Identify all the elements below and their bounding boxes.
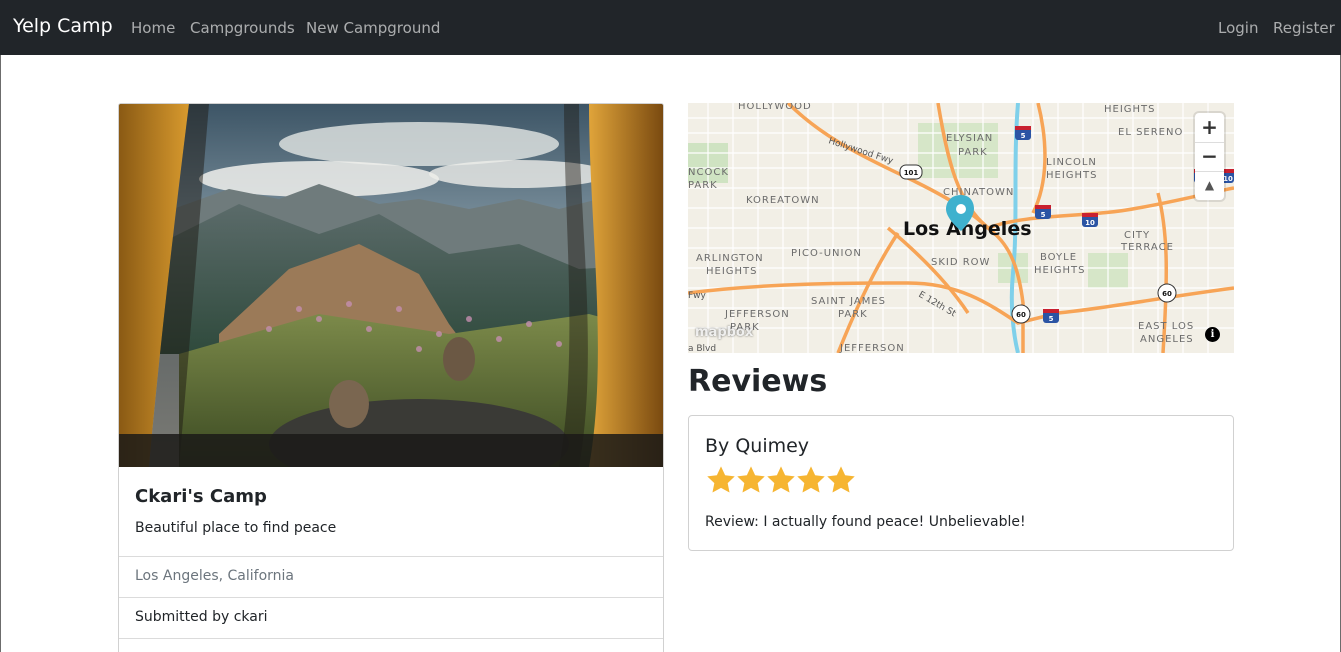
map-label: HOLLYWOOD (738, 103, 812, 112)
interstate-shield: 5 (1035, 205, 1051, 219)
map-label: HEIGHTS (1046, 170, 1098, 181)
map-svg[interactable]: HOLLYWOOD HEIGHTS ELYSIAN PARK EL SERENO… (688, 103, 1234, 353)
campground-submitted-by: Submitted by ckari (135, 609, 268, 625)
tent-view-illustration (119, 104, 663, 467)
map-label: SKID ROW (931, 257, 990, 268)
campground-empty-item (119, 638, 663, 652)
map-label: CITY (1124, 230, 1150, 241)
state-route-shield: 60 (1011, 304, 1031, 324)
review-author: By Quimey (705, 435, 810, 457)
svg-text:5: 5 (1041, 211, 1046, 219)
campground-author-item: Submitted by ckari (119, 597, 663, 638)
interstate-shield: 5 (1043, 309, 1059, 323)
campground-location: Los Angeles, California (135, 568, 294, 584)
svg-text:5: 5 (1021, 132, 1026, 140)
nav-link-new-campground[interactable]: New Campground (306, 19, 440, 37)
brand-link[interactable]: Yelp Camp (13, 15, 113, 37)
map-label: BOYLE (1040, 252, 1077, 263)
map-label: CHINATOWN (943, 187, 1014, 198)
map-label: ELYSIAN (946, 133, 993, 144)
map-label: PARK (688, 180, 718, 191)
map-label: PARK (838, 309, 868, 320)
star-icon (797, 466, 825, 493)
map-canvas[interactable]: HOLLYWOOD HEIGHTS ELYSIAN PARK EL SERENO… (688, 103, 1234, 353)
nav-link-campgrounds[interactable]: Campgrounds (190, 19, 295, 37)
state-route-shield: 60 (1157, 283, 1177, 303)
campground-title: Ckari's Camp (135, 486, 267, 507)
map-label: HEIGHTS (1104, 104, 1156, 115)
map-label: PARK (958, 147, 988, 158)
map-label: Fwy (688, 291, 707, 301)
zoom-out-button[interactable]: − (1195, 142, 1224, 171)
svg-text:60: 60 (1162, 290, 1172, 298)
campground-card-body: Ckari's Camp Beautiful place to find pea… (119, 467, 663, 556)
zoom-in-button[interactable]: + (1195, 113, 1224, 142)
page-edge-left (0, 55, 1, 652)
interstate-shield: 5 (1015, 126, 1031, 140)
map-label: ARLINGTON (696, 253, 764, 264)
svg-text:101: 101 (904, 169, 919, 177)
map-label: HEIGHTS (706, 266, 758, 277)
compass-reset-button[interactable]: ▲ (1195, 171, 1224, 200)
mapbox-logo[interactable]: mapbox (695, 325, 753, 340)
nav-link-home[interactable]: Home (131, 19, 175, 37)
map-label: a Blvd (688, 344, 716, 353)
map-label: HEIGHTS (1034, 265, 1086, 276)
review-text: Review: I actually found peace! Unbeliev… (705, 514, 1026, 530)
reviews-heading: Reviews (688, 364, 828, 399)
nav-link-login[interactable]: Login (1218, 19, 1258, 37)
star-icon (737, 466, 765, 493)
map-label: NCOCK (688, 167, 729, 178)
map-label: KOREATOWN (746, 195, 820, 206)
attribution-info-icon[interactable]: i (1205, 327, 1220, 342)
map-navigation-controls: + − ▲ (1195, 113, 1224, 200)
svg-text:10: 10 (1085, 219, 1095, 227)
svg-text:10: 10 (1223, 175, 1233, 183)
map-label: JEFFERSON (724, 309, 790, 320)
us-route-shield: 101 (899, 164, 923, 180)
campground-card: Ckari's Camp Beautiful place to find pea… (118, 103, 664, 652)
map-label: EL SERENO (1118, 127, 1183, 138)
campground-location-item: Los Angeles, California (119, 556, 663, 597)
star-icon (827, 466, 855, 493)
star-icon (707, 466, 735, 493)
svg-text:5: 5 (1049, 315, 1054, 323)
campground-image (119, 104, 663, 467)
navbar: Yelp Camp Home Campgrounds New Campgroun… (0, 0, 1341, 55)
map-label: EAST LOS (1138, 321, 1194, 332)
map-label: PICO-UNION (791, 248, 862, 259)
star-icon (767, 466, 795, 493)
map-label: TERRACE (1120, 242, 1174, 253)
map-label: SAINT JAMES (811, 296, 886, 307)
map-label: LINCOLN (1046, 157, 1097, 168)
review-card: By Quimey Review: I actually found peace… (688, 415, 1234, 551)
interstate-shield: 10 (1082, 213, 1098, 227)
map-label: ANGELES (1140, 334, 1194, 345)
svg-text:60: 60 (1016, 311, 1026, 319)
map-label: JEFFERSON (839, 343, 905, 353)
campground-description: Beautiful place to find peace (135, 520, 337, 536)
nav-link-register[interactable]: Register (1273, 19, 1335, 37)
